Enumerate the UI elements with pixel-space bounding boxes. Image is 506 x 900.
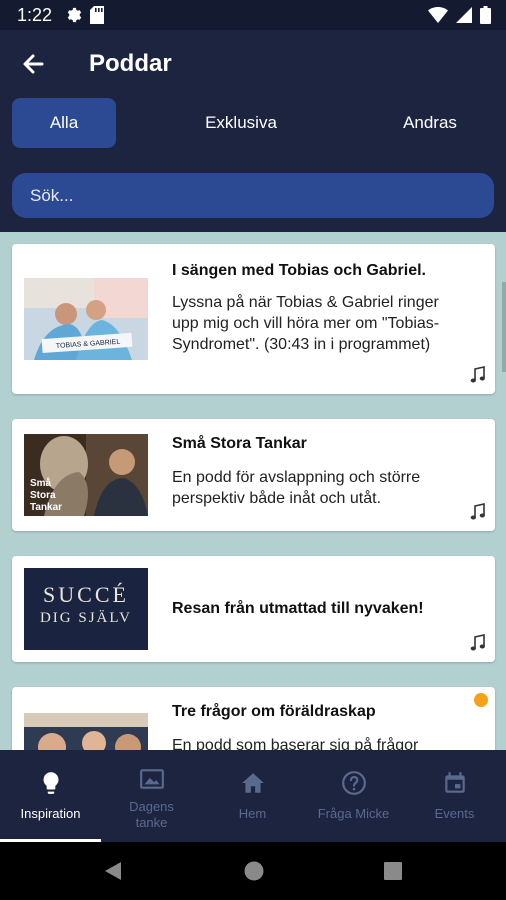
podcast-card[interactable]: SUCCÉ DIG SJÄLV Resan från utmattad till…: [12, 556, 495, 662]
search-input[interactable]: [12, 173, 494, 218]
bottom-navigation: Inspiration Dagens tanke Hem Fråga Micke…: [0, 750, 506, 842]
help-circle-icon: [341, 770, 367, 796]
home-icon: [240, 770, 266, 796]
podcast-card[interactable]: Små Stora Tankar Små Stora Tankar En pod…: [12, 419, 495, 531]
calendar-icon: [442, 770, 468, 796]
thumbnail-line1: SUCCÉ: [43, 582, 129, 607]
podcast-thumbnail: TOBIAS & GABRIEL: [24, 278, 148, 360]
gear-icon: [64, 6, 82, 29]
image-icon: [139, 766, 165, 792]
svg-text:Tankar: Tankar: [30, 502, 62, 513]
podcast-title: Tre frågor om föräldraskap: [172, 703, 376, 720]
search-bar: [12, 173, 494, 218]
podcast-description: En podd för avslappning och större persp…: [172, 469, 421, 507]
podcast-card[interactable]: Tre frågor om föräldraskap En podd som b…: [12, 687, 495, 750]
system-navigation-bar: [0, 842, 506, 900]
podcast-title: I sängen med Tobias och Gabriel.: [172, 262, 426, 279]
podcast-thumbnail: [24, 713, 148, 750]
nav-label: Inspiration: [20, 806, 81, 821]
podcast-thumbnail: SUCCÉ DIG SJÄLV: [24, 568, 148, 650]
status-time: 1:22: [17, 5, 53, 25]
wifi-icon: [428, 6, 448, 29]
podcast-description: Lyssna på när Tobias & Gabriel ringer up…: [172, 294, 440, 353]
music-note-icon: [470, 366, 486, 384]
home-circle-icon[interactable]: [243, 860, 265, 887]
nav-label: Fråga Micke: [317, 806, 390, 821]
nav-label: Dagens tanke: [129, 799, 174, 830]
podcast-list[interactable]: TOBIAS & GABRIEL I sängen med Tobias och…: [0, 232, 506, 750]
podcast-title: Resan från utmattad till nyvaken!: [172, 600, 424, 617]
podcast-title: Små Stora Tankar: [172, 435, 307, 452]
tab-alla[interactable]: Alla: [12, 98, 116, 148]
thumbnail-line2: DIG SJÄLV: [39, 610, 133, 626]
nav-label: Events: [434, 806, 475, 821]
tab-andras[interactable]: Andras: [378, 98, 482, 148]
recents-square-icon[interactable]: [383, 861, 403, 886]
nav-hem[interactable]: Hem: [202, 750, 303, 842]
back-triangle-icon[interactable]: [102, 860, 124, 887]
page-title: Poddar: [89, 50, 172, 77]
music-note-icon: [470, 634, 486, 652]
status-bar: 1:22: [0, 0, 506, 30]
back-button[interactable]: [18, 48, 50, 80]
new-badge: [474, 693, 488, 707]
battery-icon: [480, 6, 491, 29]
svg-text:Små: Små: [30, 477, 52, 489]
podcast-card[interactable]: TOBIAS & GABRIEL I sängen med Tobias och…: [12, 244, 495, 394]
arrow-left-icon: [23, 54, 44, 74]
svg-text:Stora: Stora: [30, 490, 56, 501]
app-bar: Poddar: [0, 30, 506, 100]
nav-inspiration[interactable]: Inspiration: [0, 750, 101, 842]
nav-label: Hem: [238, 806, 267, 821]
nav-fraga-micke[interactable]: Fråga Micke: [303, 750, 404, 842]
podcast-description: En podd som baserar sig på frågor: [172, 737, 419, 750]
signal-icon: [456, 6, 472, 29]
nav-dagens-tanke[interactable]: Dagens tanke: [101, 750, 202, 842]
lightbulb-icon: [38, 770, 64, 796]
tab-bar: Alla Exklusiva Andras: [0, 98, 506, 150]
podcast-thumbnail: Små Stora Tankar: [24, 434, 148, 516]
sd-card-icon: [90, 6, 104, 29]
scrollbar[interactable]: [502, 282, 506, 372]
tab-exklusiva[interactable]: Exklusiva: [180, 98, 302, 148]
music-note-icon: [470, 503, 486, 521]
nav-events[interactable]: Events: [404, 750, 505, 842]
